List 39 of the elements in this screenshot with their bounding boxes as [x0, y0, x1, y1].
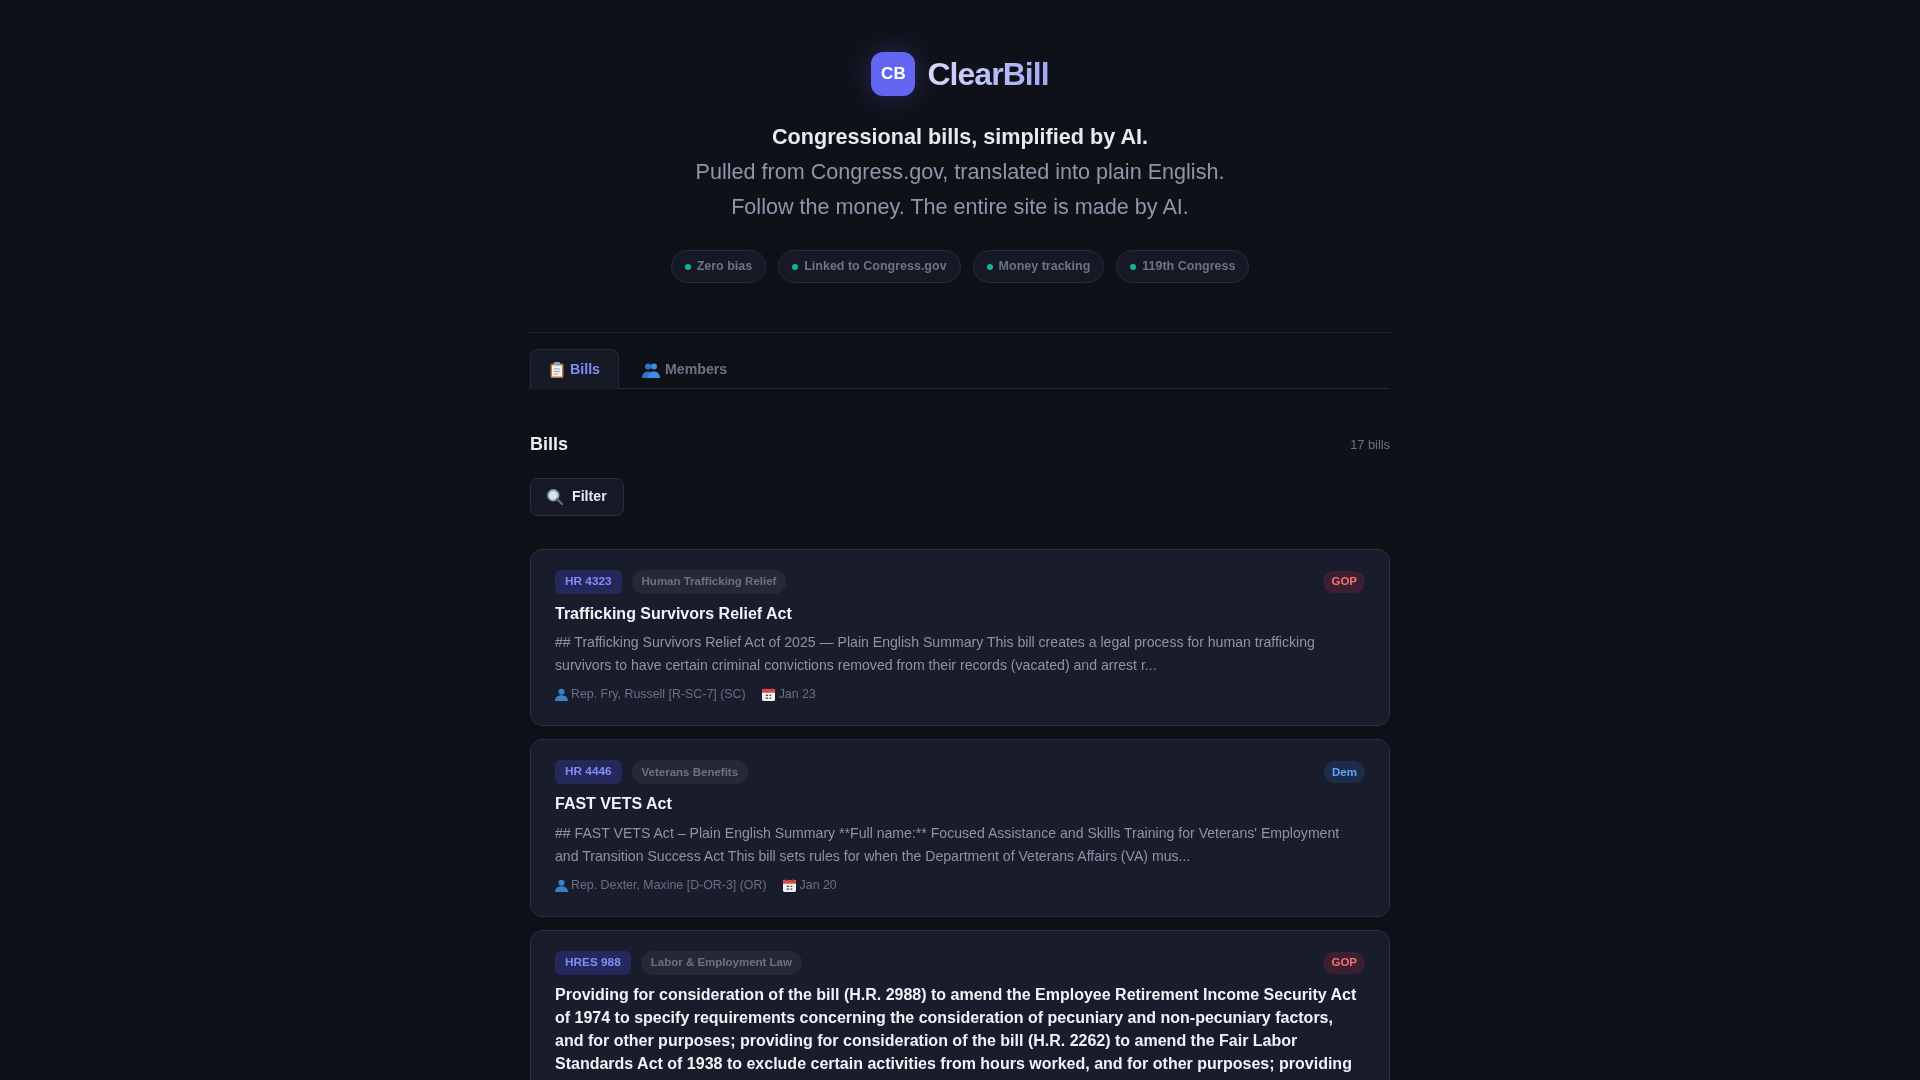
- sponsor-name: Rep. Fry, Russell [R-SC-7] (SC): [571, 686, 746, 704]
- section-title: Bills: [530, 433, 568, 456]
- filter-button[interactable]: Filter: [530, 478, 624, 516]
- bill-count: 17 bills: [1350, 435, 1390, 454]
- bill-date: Jan 20: [799, 876, 837, 894]
- calendar-icon: [782, 878, 796, 892]
- description-line: Pulled from Congress.gov, translated into plain English.: [695, 158, 1225, 186]
- description-line: Follow the money. The entire site is made by AI.: [731, 193, 1189, 221]
- bill-card[interactable]: [530, 929, 1390, 1080]
- bill-number-badge: HRES 988: [555, 950, 631, 975]
- bill-summary: ## FAST VETS Act – Plain English Summary **Full name:** Focused Assistance and Skills Training for Veterans' Employment and Transition Success Act This bill sets rules for when the Department of Veterans Affairs (VA) mus...: [555, 823, 1341, 866]
- tagline: Congressional bills, simplified by AI.: [772, 123, 1148, 151]
- feature-label: Zero bias: [696, 258, 753, 276]
- bill-date: Jan 23: [778, 686, 816, 704]
- bill-title: Providing for consideration of the bill (H.R. 2988) to amend the Employee Retirement Income Security Act of 1974 to specify requirements concerning the consideration of pecuniary and non-pecuniary factors, and for other purposes; providing for consideration of the bill (H.R. 2262) to amend the Fair Labor Standards Act of 1938 to exclude certain activities from hours worked, and for other purposes; providing: [555, 984, 1358, 1075]
- search-icon: [547, 489, 563, 505]
- bill-title: FAST VETS Act: [555, 794, 673, 815]
- party-badge: GOP: [1323, 951, 1365, 974]
- bill-number-badge: HR 4446: [555, 760, 622, 785]
- party-badge: Dem: [1324, 761, 1365, 784]
- nav-tab[interactable]: Bills: [530, 349, 619, 389]
- bill-summary: ## Trafficking Survivors Relief Act of 2025 — Plain English Summary This bill creates a legal process for human trafficking survivors to have certain criminal convictions removed from their records (vacated) and arrest r...: [555, 633, 1316, 676]
- sponsor-name: Rep. Dexter, Maxine [D-OR-3] (OR): [571, 876, 767, 894]
- person-icon: [555, 878, 568, 892]
- topic-tag: Veterans Benefits: [631, 760, 749, 785]
- bill-number-badge: HR 4323: [555, 570, 622, 594]
- people-icon: [641, 361, 660, 378]
- topic-tag: Labor & Employment Law: [640, 950, 802, 975]
- party-badge: GOP: [1323, 571, 1365, 593]
- feature-label: Money tracking: [998, 258, 1091, 276]
- logo-mark: CB: [871, 52, 916, 96]
- clipboard-icon: [549, 361, 565, 378]
- calendar-icon: [761, 688, 775, 702]
- bill-title: Trafficking Survivors Relief Act: [555, 604, 793, 624]
- feature-label: Linked to Congress.gov: [804, 258, 947, 276]
- topic-tag: Human Trafficking Relief: [631, 570, 787, 594]
- nav-tab[interactable]: Members: [622, 349, 747, 389]
- person-icon: [555, 688, 568, 702]
- feature-label: 119th Congress: [1142, 258, 1236, 276]
